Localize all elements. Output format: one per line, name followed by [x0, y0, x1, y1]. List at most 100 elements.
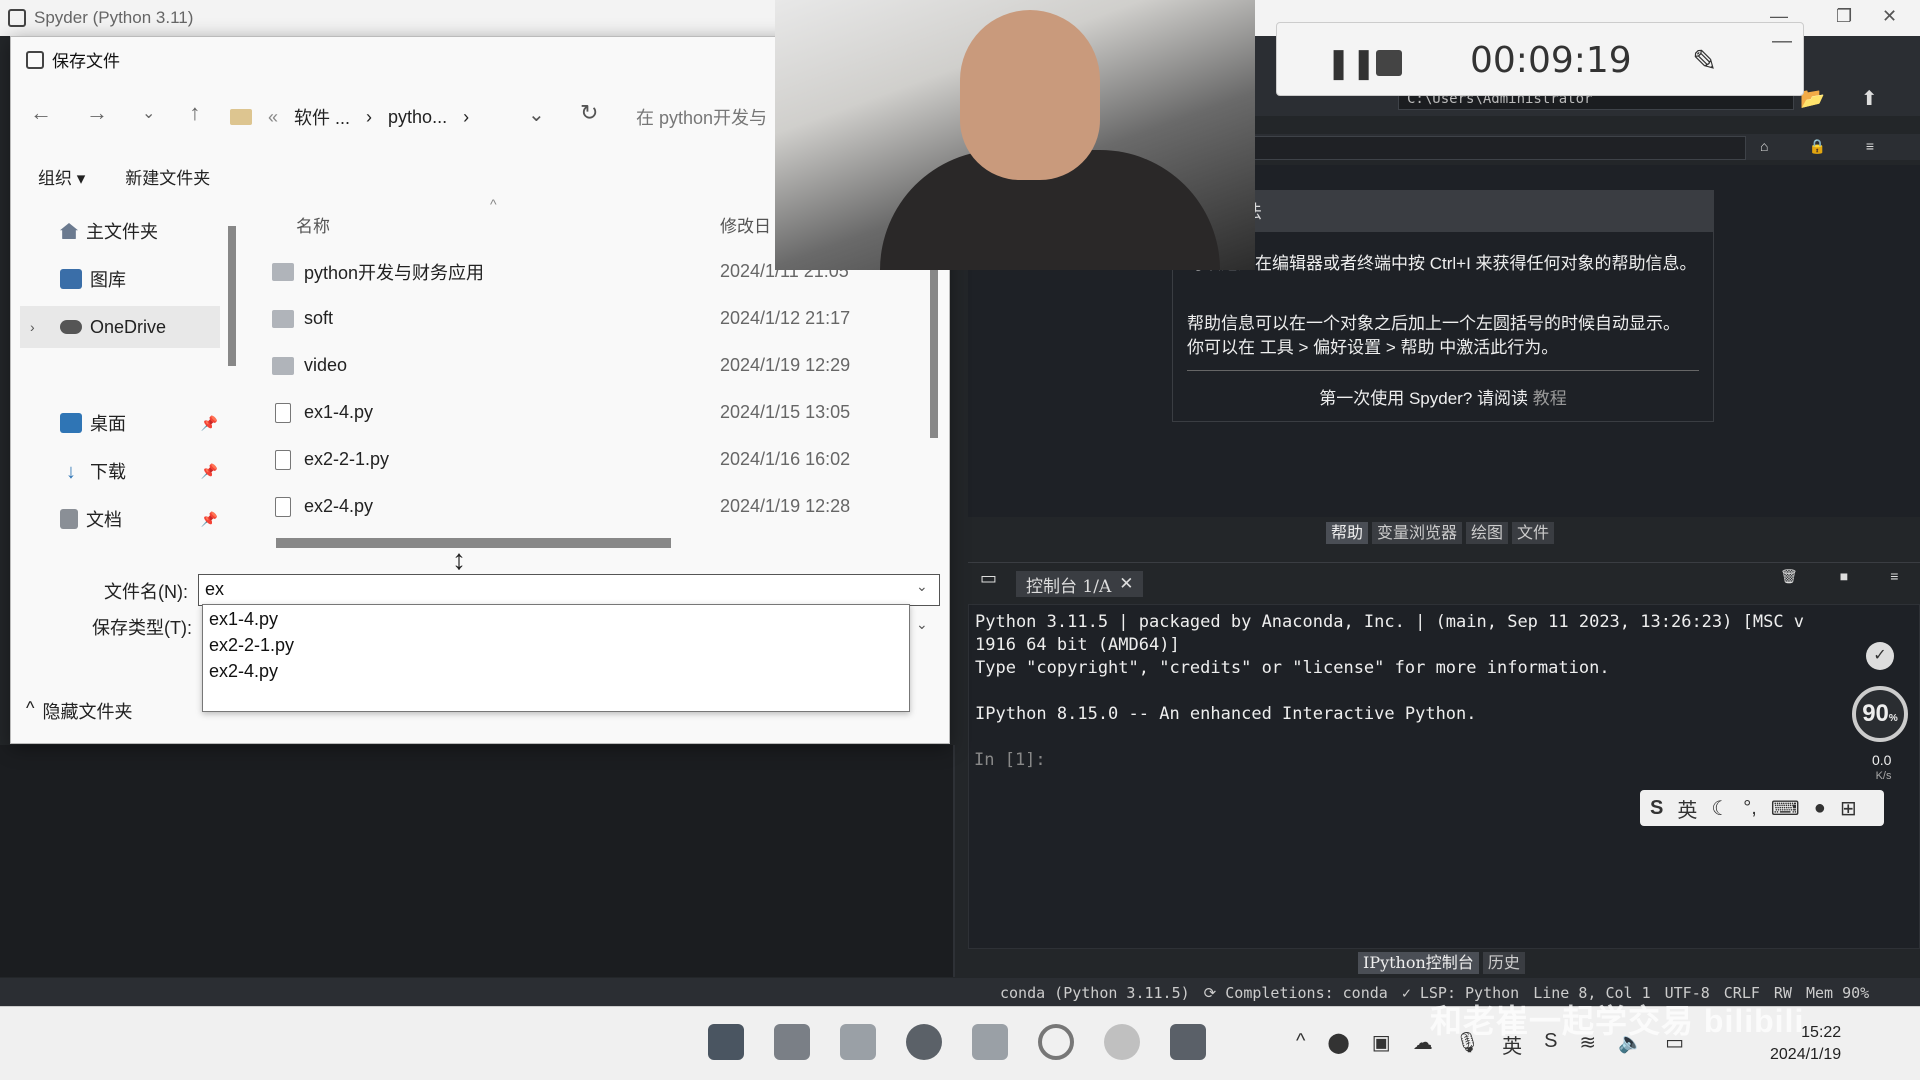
- tab-plots[interactable]: 绘图: [1466, 522, 1509, 544]
- list-item[interactable]: ex2-4.py 2024/1/19 12:28: [272, 483, 932, 530]
- filename-input[interactable]: ex: [198, 574, 940, 606]
- desktop-icon: [60, 413, 82, 433]
- autocomplete-item[interactable]: ex2-4.py: [209, 661, 278, 682]
- stop-icon[interactable]: ■: [1840, 568, 1848, 585]
- refresh-icon[interactable]: ↻: [580, 100, 598, 126]
- trash-icon[interactable]: 🗑: [1780, 568, 1798, 585]
- chevron-up-icon[interactable]: ^: [1296, 1030, 1305, 1059]
- app-bird-icon[interactable]: [840, 1024, 876, 1060]
- tab-files[interactable]: 文件: [1512, 522, 1555, 544]
- file-date: 2024/1/19 12:29: [720, 355, 851, 375]
- pen-icon[interactable]: ✎: [1692, 44, 1717, 79]
- sidebar-item-gallery[interactable]: 图库: [20, 258, 220, 300]
- sidebar-scrollbar[interactable]: [228, 226, 236, 366]
- close-icon[interactable]: ✕: [1882, 6, 1897, 27]
- column-modified[interactable]: 修改日: [720, 212, 771, 237]
- new-folder-button[interactable]: 新建文件夹: [125, 164, 210, 189]
- sidebar-item-downloads[interactable]: ↓ 下载 📌: [20, 450, 220, 492]
- ime-language[interactable]: 英: [1677, 794, 1697, 823]
- tray-app-icon[interactable]: ▣: [1372, 1030, 1391, 1059]
- breadcrumb[interactable]: « 软件 ... › pytho... ›: [230, 104, 469, 130]
- file-name: ex2-2-1.py: [304, 449, 390, 469]
- folder-icon: [272, 262, 294, 281]
- help-text-shortcut: 可以通过在编辑器或者终端中按 Ctrl+I 来获得任何对象的帮助信息。: [1187, 254, 1697, 273]
- list-item[interactable]: ex2-2-1.py 2024/1/16 16:02: [272, 436, 932, 483]
- list-item[interactable]: video 2024/1/19 12:29: [272, 342, 932, 389]
- maximize-icon[interactable]: ❐: [1836, 6, 1852, 27]
- file-name: ex2-4.py: [304, 496, 374, 516]
- user-icon[interactable]: ●: [1814, 797, 1826, 820]
- ipython-console[interactable]: Python 3.11.5 | packaged by Anaconda, In…: [968, 604, 1920, 949]
- browser-icon[interactable]: [906, 1024, 942, 1060]
- forward-icon[interactable]: →: [86, 100, 108, 126]
- tab-variable-explorer[interactable]: 变量浏览器: [1372, 522, 1463, 544]
- column-name[interactable]: 名称: [296, 212, 330, 237]
- list-item[interactable]: soft 2024/1/12 21:17: [272, 295, 932, 342]
- up-icon[interactable]: ↑: [189, 100, 200, 126]
- menu-icon[interactable]: ≡: [1866, 138, 1874, 155]
- tab-history[interactable]: 历史: [1482, 952, 1525, 974]
- app-icon[interactable]: [1104, 1024, 1140, 1060]
- console-menu-icon[interactable]: ≡: [1890, 568, 1898, 585]
- search-input[interactable]: 在 python开发与: [636, 98, 776, 132]
- sidebar-item-documents[interactable]: 文档 📌: [20, 498, 220, 540]
- hide-folders-toggle[interactable]: ^ 隐藏文件夹: [26, 698, 132, 724]
- help-divider: [1187, 370, 1699, 371]
- file-explorer-icon[interactable]: [774, 1024, 810, 1060]
- pin-icon[interactable]: 📌: [201, 415, 218, 432]
- pin-icon[interactable]: 📌: [201, 511, 218, 528]
- documents-icon: [60, 509, 78, 529]
- performance-gauge[interactable]: 90%: [1852, 686, 1908, 742]
- start-icon[interactable]: [708, 1024, 744, 1060]
- autocomplete-list: ex1-4.py ex2-2-1.py ex2-4.py: [202, 604, 910, 712]
- tab-ipython-console[interactable]: IPython控制台: [1358, 952, 1479, 974]
- pin-icon[interactable]: 📌: [201, 463, 218, 480]
- file-name: soft: [304, 308, 334, 328]
- home-icon: [60, 223, 78, 239]
- breadcrumb-item[interactable]: pytho...: [388, 107, 447, 128]
- stop-icon[interactable]: [1376, 50, 1402, 76]
- tutorial-link[interactable]: 教程: [1533, 389, 1567, 408]
- grid-icon[interactable]: ⊞: [1840, 796, 1857, 821]
- autocomplete-item[interactable]: ex1-4.py: [209, 609, 278, 630]
- sidebar-item-onedrive[interactable]: › OneDrive: [20, 306, 220, 348]
- sogou-icon[interactable]: S: [1650, 797, 1663, 820]
- anaconda-icon[interactable]: [972, 1024, 1008, 1060]
- python-file-icon: [275, 496, 291, 517]
- console-output: Python 3.11.5 | packaged by Anaconda, In…: [975, 612, 1805, 724]
- console-window-icon[interactable]: ▭: [980, 568, 997, 589]
- minimize-icon[interactable]: —: [1772, 30, 1792, 53]
- shield-icon[interactable]: ✓: [1866, 642, 1894, 670]
- home-icon[interactable]: ⌂: [1760, 138, 1768, 155]
- keyboard-icon[interactable]: ⌨: [1771, 796, 1800, 821]
- autocomplete-item[interactable]: ex2-2-1.py: [209, 635, 294, 656]
- recent-locations-icon[interactable]: ⌄: [142, 103, 155, 123]
- pause-icon[interactable]: ❚❚: [1326, 46, 1376, 81]
- tab-help[interactable]: 帮助: [1326, 522, 1369, 544]
- dialog-title: 保存文件: [52, 52, 120, 71]
- gallery-icon: [60, 269, 82, 289]
- tray-app-icon[interactable]: ⬤: [1327, 1030, 1349, 1059]
- chevron-right-icon[interactable]: ›: [30, 319, 35, 335]
- list-item[interactable]: ex1-4.py 2024/1/15 13:05: [272, 389, 932, 436]
- net-up-value: 0.0: [1872, 752, 1892, 768]
- console-tab[interactable]: 控制台 1/A ✕: [1016, 571, 1144, 597]
- close-tab-icon[interactable]: ✕: [1119, 574, 1133, 594]
- lock-icon[interactable]: 🔒: [1808, 138, 1825, 155]
- help-object-combo[interactable]: [1250, 136, 1746, 160]
- file-list-hscrollbar[interactable]: [276, 538, 671, 548]
- help-tutorial: 第一次使用 Spyder? 请阅读 教程: [1172, 384, 1714, 409]
- organize-button[interactable]: 组织 ▾: [38, 164, 85, 189]
- punctuation-icon[interactable]: °,: [1743, 797, 1757, 820]
- spyder-taskbar-icon[interactable]: [1170, 1024, 1206, 1060]
- moon-icon[interactable]: ☾: [1711, 796, 1729, 821]
- loading-icon[interactable]: [1038, 1024, 1074, 1060]
- chevron-down-icon[interactable]: ⌄: [528, 102, 545, 127]
- chevron-down-icon[interactable]: ⌄: [916, 616, 928, 633]
- breadcrumb-item[interactable]: 软件 ...: [294, 104, 350, 130]
- back-icon[interactable]: ←: [30, 100, 52, 126]
- sidebar-item-home[interactable]: 主文件夹: [20, 210, 220, 252]
- sidebar-item-desktop[interactable]: 桌面 📌: [20, 402, 220, 444]
- parent-directory-icon[interactable]: ⬆: [1861, 86, 1878, 111]
- chevron-down-icon[interactable]: ⌄: [916, 578, 928, 595]
